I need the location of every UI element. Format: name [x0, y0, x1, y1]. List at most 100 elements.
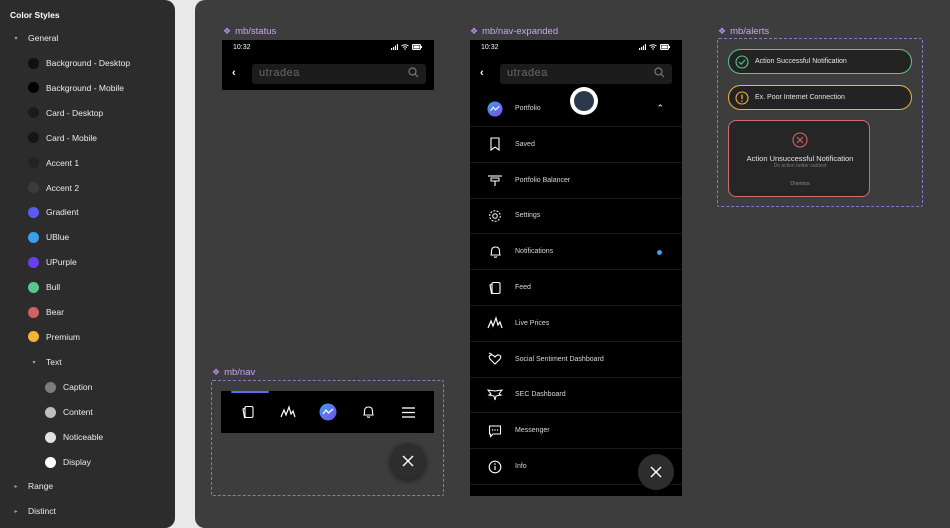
nav-expanded-frame[interactable]: 10:32 ‹ utradea Portfolio ⌃ Saved Portfolio… — [470, 40, 682, 496]
warning-alert[interactable]: Ex. Poor Internet Connection — [728, 85, 912, 110]
group-range[interactable]: ▸ Range — [0, 477, 175, 495]
back-arrow-icon[interactable]: ‹ — [232, 67, 236, 79]
bottom-nav[interactable] — [221, 391, 434, 433]
design-canvas[interactable]: ❖ mb/status 10:32 ‹ utradea ❖ mb/nav ❖ m… — [195, 0, 950, 528]
color-swatch — [45, 381, 56, 393]
color-swatch — [28, 231, 39, 243]
caret-right-icon: ▸ — [14, 508, 18, 515]
color-style-row[interactable]: Background - Mobile — [0, 79, 175, 97]
nav-feed-button[interactable] — [237, 401, 259, 423]
chevron-up-icon[interactable]: ⌃ — [656, 103, 664, 114]
search-input[interactable]: utradea — [500, 64, 672, 84]
error-alert-card[interactable]: Action Unsuccessful Notification Do acti… — [728, 120, 870, 197]
nav-portfolio-button[interactable] — [317, 401, 339, 423]
menu-item-label: Notifications — [515, 248, 554, 256]
color-style-row[interactable]: UBlue — [0, 228, 175, 246]
color-style-label: Background - Mobile — [46, 82, 124, 93]
color-style-label: Background - Desktop — [46, 58, 131, 68]
avatar[interactable] — [570, 87, 598, 115]
color-style-row[interactable]: Noticeable — [0, 428, 175, 446]
menu-item-live-prices[interactable]: Live Prices — [470, 306, 682, 342]
color-style-label: Bull — [46, 282, 61, 293]
color-style-row[interactable]: Gradient — [0, 203, 175, 221]
menu-item-messenger[interactable]: Messenger — [470, 413, 682, 450]
portfolio-icon — [487, 100, 503, 117]
color-style-label: Display — [63, 457, 91, 467]
dismiss-button[interactable]: Dismiss — [729, 181, 871, 187]
color-style-label: UPurple — [46, 257, 77, 268]
color-style-label: Gradient — [46, 207, 79, 218]
bookmark-icon — [487, 136, 503, 152]
success-alert[interactable]: Action Successful Notification — [728, 49, 912, 74]
status-frame[interactable]: 10:32 ‹ utradea — [222, 40, 434, 90]
signal-icon — [391, 44, 398, 50]
menu-item-label: Settings — [515, 212, 541, 220]
menu-item-saved[interactable]: Saved — [470, 127, 682, 163]
nav-active-indicator — [231, 391, 269, 393]
wifi-icon — [401, 44, 409, 50]
info-icon — [487, 459, 503, 475]
color-style-row[interactable]: Bear — [0, 303, 175, 321]
group-label: Text — [46, 357, 62, 367]
menu-item-label: Feed — [515, 284, 531, 291]
menu-item-sec-dashboard[interactable]: SEC Dashboard — [470, 377, 682, 414]
menu-item-social-sentiment-dashboard[interactable]: Social Sentiment Dashboard — [470, 342, 682, 378]
color-swatch — [45, 406, 56, 418]
status-icons — [639, 44, 670, 50]
color-swatch — [28, 331, 39, 343]
search-input[interactable]: utradea — [252, 64, 426, 84]
balancer-icon — [487, 172, 503, 188]
nav-notifications-button[interactable] — [357, 401, 379, 423]
avatar-photo — [574, 91, 594, 111]
color-swatch — [28, 157, 39, 169]
frame-label-alerts[interactable]: ❖ mb/alerts — [718, 26, 769, 37]
close-fab-button[interactable] — [638, 454, 674, 490]
color-style-row[interactable]: Background - Desktop — [0, 54, 175, 72]
warning-alert-text: Ex. Poor Internet Connection — [755, 94, 845, 101]
frame-label-nav-expanded[interactable]: ❖ mb/nav-expanded — [470, 26, 558, 37]
color-style-row[interactable]: Caption — [0, 378, 175, 396]
check-circle-icon — [735, 54, 749, 69]
color-style-row[interactable]: Accent 1 — [0, 154, 175, 172]
color-style-row[interactable]: Card - Desktop — [0, 104, 175, 122]
menu-item-settings[interactable]: Settings — [470, 198, 682, 235]
gear-icon — [487, 208, 503, 224]
live-prices-icon — [280, 405, 296, 418]
caret-down-icon: ▾ — [14, 35, 18, 42]
color-swatch — [45, 456, 56, 468]
back-arrow-icon[interactable]: ‹ — [480, 67, 484, 79]
color-style-row[interactable]: Display — [0, 453, 175, 471]
group-general[interactable]: ▾ General — [0, 29, 175, 47]
battery-icon — [660, 44, 670, 50]
nav-live-prices-button[interactable] — [277, 401, 299, 423]
color-style-row[interactable]: Card - Mobile — [0, 129, 175, 147]
component-icon: ❖ — [212, 367, 221, 377]
portfolio-icon — [319, 403, 337, 421]
group-text[interactable]: ▾ Text — [0, 353, 175, 371]
menu-item-notifications[interactable]: Notifications — [470, 234, 682, 271]
color-style-label: Caption — [63, 382, 93, 392]
component-icon: ❖ — [718, 26, 727, 36]
menu-item-portfolio-balancer[interactable]: Portfolio Balancer — [470, 163, 682, 199]
frame-label-status[interactable]: ❖ mb/status — [223, 26, 276, 37]
menu-item-feed[interactable]: Feed — [470, 270, 682, 306]
nav-menu-button[interactable] — [397, 401, 419, 423]
sentiment-icon — [487, 351, 503, 367]
menu-item-label: Portfolio Balancer — [515, 176, 571, 184]
close-icon — [650, 466, 662, 478]
color-style-label: Bear — [46, 307, 64, 317]
group-distinct[interactable]: ▸ Distinct — [0, 502, 175, 520]
menu-item-label: SEC Dashboard — [515, 391, 566, 399]
group-label: Distinct — [28, 506, 56, 516]
color-style-row[interactable]: UPurple — [0, 253, 175, 271]
close-fab-button[interactable] — [390, 443, 426, 479]
color-style-row[interactable]: Accent 2 — [0, 179, 175, 197]
color-swatch — [28, 132, 39, 144]
frame-label-nav[interactable]: ❖ mb/nav — [212, 367, 255, 378]
sec-icon — [487, 387, 503, 403]
color-style-row[interactable]: Content — [0, 403, 175, 421]
color-style-row[interactable]: Bull — [0, 278, 175, 296]
color-style-row[interactable]: Premium — [0, 328, 175, 346]
color-style-label: UBlue — [46, 232, 70, 243]
battery-icon — [412, 44, 422, 50]
